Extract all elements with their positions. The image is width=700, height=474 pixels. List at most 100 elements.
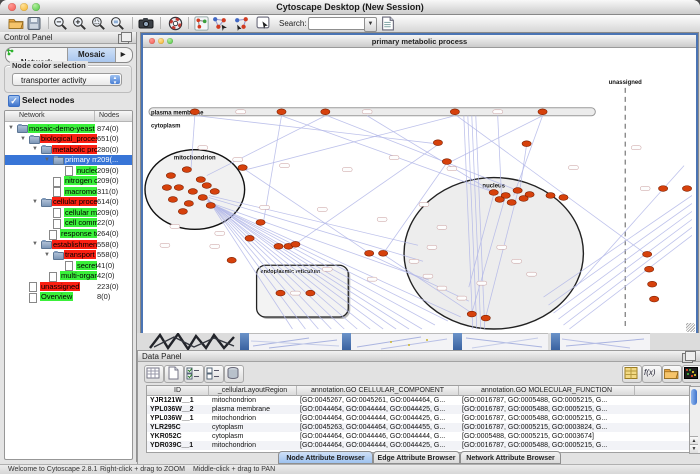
network-node[interactable]: [206, 203, 215, 209]
resize-grip[interactable]: [686, 323, 695, 332]
network-node[interactable]: [166, 173, 175, 179]
import-attributes-icon[interactable]: [662, 365, 682, 383]
tree-row[interactable]: ▼primary metabo209(...: [5, 155, 132, 165]
table-column-header[interactable]: ID: [147, 386, 209, 396]
network-node[interactable]: [196, 177, 205, 183]
tree-row[interactable]: ▼cellular process614(0): [5, 197, 132, 207]
network-node[interactable]: [168, 197, 177, 203]
unselect-attributes-icon[interactable]: [204, 365, 224, 383]
network-node[interactable]: [379, 250, 388, 256]
network-node[interactable]: [184, 201, 193, 207]
tree-row[interactable]: ▼metabolic process280(0): [5, 144, 132, 154]
network-node[interactable]: [538, 109, 547, 115]
network-node[interactable]: [522, 141, 531, 147]
attribute-matrix-icon[interactable]: [682, 365, 700, 383]
node-color-dropdown[interactable]: transporter activity ▲▼: [12, 73, 122, 86]
tree-col-nodes[interactable]: Nodes: [99, 112, 119, 119]
tree-row[interactable]: cellular metabol209(0): [5, 207, 132, 217]
network-node[interactable]: [210, 189, 219, 195]
tree-row[interactable]: secretion41(0): [5, 260, 132, 270]
network-node[interactable]: [256, 219, 265, 225]
save-icon[interactable]: [27, 16, 43, 31]
network-node[interactable]: [227, 257, 236, 263]
network-node[interactable]: [495, 197, 504, 203]
network-node[interactable]: [513, 188, 522, 194]
tab-edge-attribute-browser[interactable]: Edge Attribute Browser: [373, 451, 460, 464]
network-node[interactable]: [321, 109, 330, 115]
tree-row[interactable]: unassigned223(0): [5, 281, 132, 291]
expand-arrow-icon[interactable]: ▼: [32, 198, 38, 206]
table-row[interactable]: YLR295Ccytoplasm[GO:0045263, GO:0044464,…: [147, 423, 690, 432]
help-ring-icon[interactable]: [168, 16, 184, 31]
network-node[interactable]: [519, 196, 528, 202]
tree-row[interactable]: multi-organism pro42(0): [5, 271, 132, 281]
tree-row[interactable]: macromolecule311(0): [5, 186, 132, 196]
search-run-icon[interactable]: [381, 16, 397, 31]
network-node[interactable]: [559, 195, 568, 201]
zoom-selected-icon[interactable]: [91, 16, 107, 31]
scroll-down-icon[interactable]: ▼: [690, 444, 698, 453]
table-row[interactable]: YPL036W__2plasma membrane[GO:0044464, GO…: [147, 405, 690, 414]
tree-row[interactable]: nitrogen compo209(0): [5, 176, 132, 186]
network-node[interactable]: [546, 193, 555, 199]
network-node[interactable]: [198, 195, 207, 201]
table-scrollbar[interactable]: ▲ ▼: [689, 386, 700, 454]
background-window-fragment[interactable]: [560, 333, 650, 350]
network-node[interactable]: [433, 140, 442, 146]
expand-arrow-icon[interactable]: ▼: [44, 251, 50, 259]
table-column-header[interactable]: annotation.GO MOLECULAR_FUNCTION: [459, 386, 635, 396]
network-node[interactable]: [682, 186, 691, 192]
table-column-header[interactable]: _cellularLayoutRegion: [209, 386, 297, 396]
search-dropdown-arrow-icon[interactable]: ▼: [364, 17, 377, 32]
float-panel-icon[interactable]: [118, 34, 129, 44]
delete-attribute-icon[interactable]: [224, 365, 244, 383]
network-node[interactable]: [245, 235, 254, 241]
background-window-fragment[interactable]: [462, 333, 548, 350]
network-node[interactable]: [450, 109, 459, 115]
new-attribute-icon[interactable]: [164, 365, 184, 383]
expand-arrow-icon[interactable]: ▼: [20, 135, 26, 143]
network-node[interactable]: [277, 109, 286, 115]
open-file-icon[interactable]: [8, 16, 24, 31]
background-window-edge[interactable]: [551, 333, 560, 350]
table-row[interactable]: YDR039C__1mitochondrion[GO:0044464, GO:0…: [147, 441, 690, 450]
select-attributes-icon[interactable]: [184, 365, 204, 383]
background-window-edge[interactable]: [240, 333, 249, 350]
select-nodes-checkbox[interactable]: ✓: [8, 95, 20, 107]
table-row[interactable]: YJR121W__1mitochondrion[GO:0045267, GO:0…: [147, 396, 690, 405]
tree-row[interactable]: nucleobase-209(0): [5, 165, 132, 175]
search-input[interactable]: [308, 17, 366, 30]
column-divider[interactable]: [94, 111, 95, 121]
network-node[interactable]: [291, 241, 300, 247]
network-window-titlebar[interactable]: primary metabolic process: [143, 35, 696, 48]
network-node[interactable]: [365, 250, 374, 256]
network-node[interactable]: [182, 167, 191, 173]
network-link-icon[interactable]: [234, 16, 250, 31]
network-node[interactable]: [202, 183, 211, 189]
tree-row[interactable]: ▼transport558(0): [5, 250, 132, 260]
annotation-select-icon[interactable]: [256, 16, 272, 31]
zoom-fit-icon[interactable]: [110, 16, 126, 31]
network-node[interactable]: [238, 165, 247, 171]
label-table-icon[interactable]: [622, 365, 642, 383]
expand-arrow-icon[interactable]: ▼: [44, 156, 50, 164]
zoom-out-icon[interactable]: [53, 16, 69, 31]
snapshot-camera-icon[interactable]: [138, 16, 154, 31]
background-window-edge[interactable]: [453, 333, 462, 350]
tree-row[interactable]: ▼establishment of lo558(0): [5, 239, 132, 249]
network-node[interactable]: [659, 186, 668, 192]
network-node[interactable]: [648, 281, 657, 287]
network-canvas[interactable]: plasma membranecytoplasmmitochondrionnuc…: [143, 48, 692, 331]
network-node[interactable]: [188, 189, 197, 195]
network-node[interactable]: [481, 315, 490, 321]
attribute-grid-icon[interactable]: [144, 365, 164, 383]
network-node[interactable]: [306, 290, 315, 296]
network-node[interactable]: [190, 109, 199, 115]
table-row[interactable]: YKR052Ccytoplasm[GO:0044464, GO:0044446,…: [147, 432, 690, 441]
background-window-edge[interactable]: [342, 333, 351, 350]
network-node[interactable]: [507, 200, 516, 206]
network-node[interactable]: [645, 266, 654, 272]
network-node[interactable]: [162, 185, 171, 191]
expand-arrow-icon[interactable]: ▼: [8, 124, 14, 132]
tree-col-network[interactable]: Network: [19, 112, 45, 119]
